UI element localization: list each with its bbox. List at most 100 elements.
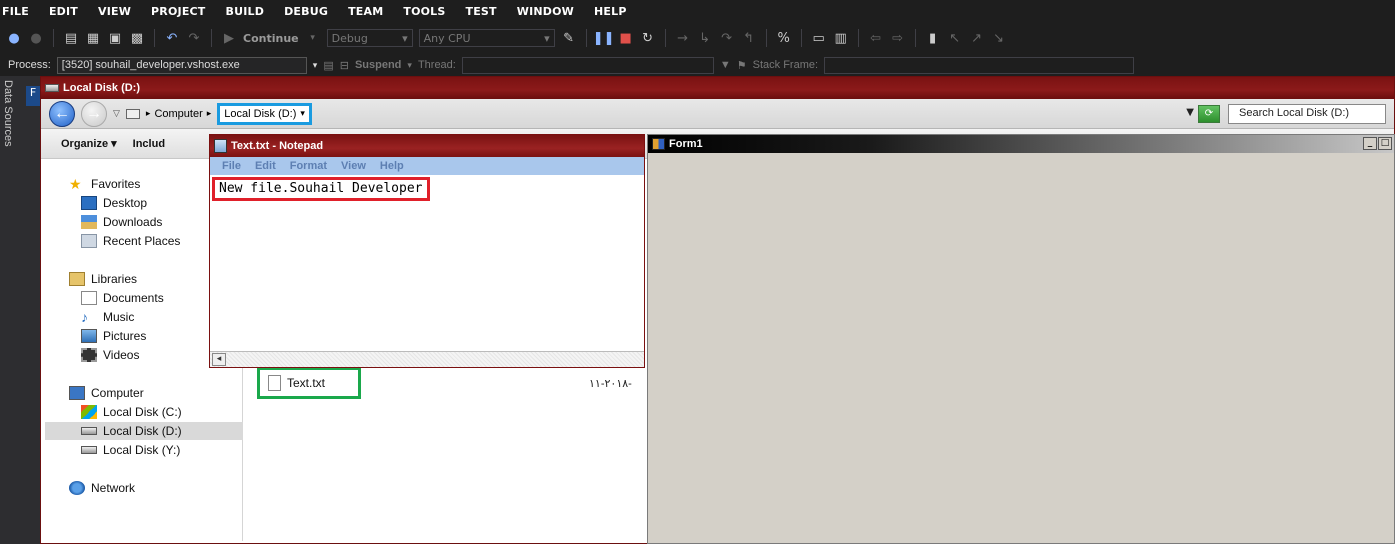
menu-tools[interactable]: TOOLS [393, 5, 455, 18]
stop-icon[interactable]: ■ [618, 30, 634, 46]
notepad-menu-view[interactable]: View [341, 160, 366, 172]
window-icon[interactable]: ▭ [811, 30, 827, 46]
back-button[interactable]: ← [49, 100, 75, 127]
menu-view[interactable]: VIEW [88, 5, 141, 18]
hex-icon[interactable]: % [776, 30, 792, 46]
new-project-icon[interactable]: ▤ [63, 30, 79, 46]
back-icon[interactable]: ● [6, 30, 22, 46]
data-sources-tab[interactable]: Data Sources [0, 76, 14, 147]
notepad-menu-file[interactable]: File [222, 160, 241, 172]
clear-bookmark-icon[interactable]: ↘ [991, 30, 1007, 46]
platform-select[interactable]: Any CPU ▾ [418, 29, 555, 47]
stack-frame-select[interactable] [824, 56, 1135, 74]
chevron-down-icon[interactable]: ▾ [305, 30, 321, 46]
nav-downloads[interactable]: Downloads [81, 213, 162, 231]
notepad-menu-edit[interactable]: Edit [255, 160, 276, 172]
continue-button[interactable]: Continue [243, 32, 299, 45]
menu-debug[interactable]: DEBUG [274, 5, 338, 18]
thread-select[interactable] [461, 56, 714, 74]
file-text-txt[interactable]: Text.txt [257, 367, 361, 399]
process-select[interactable]: [3520] souhail_developer.vshost.exe [56, 56, 307, 74]
nav-videos[interactable]: Videos [81, 346, 139, 364]
comment-icon[interactable]: ⇦ [868, 30, 884, 46]
nav-recent-places-label: Recent Places [103, 234, 181, 248]
address-dropdown-icon[interactable]: ▼ [1186, 107, 1194, 118]
chevron-right-icon: ▸ [145, 108, 151, 118]
config-select[interactable]: Debug ▾ [326, 29, 413, 47]
horizontal-scrollbar[interactable]: ◂ [210, 351, 644, 367]
flag-icon[interactable]: ⚑ [737, 59, 747, 72]
nav-pictures[interactable]: Pictures [81, 327, 146, 345]
chevron-down-icon[interactable]: ▾ [313, 60, 318, 71]
bookmark-icon[interactable]: ▮ [925, 30, 941, 46]
computer-icon [125, 108, 140, 119]
notepad-menu-format[interactable]: Format [290, 160, 327, 172]
notepad-title-bar[interactable]: Text.txt - Notepad [210, 135, 644, 157]
continue-icon[interactable]: ▶ [221, 30, 237, 46]
uncomment-icon[interactable]: ⇨ [890, 30, 906, 46]
show-next-statement-icon[interactable]: → [675, 30, 691, 46]
step-into-icon[interactable]: ↳ [697, 30, 713, 46]
next-bookmark-icon[interactable]: ↗ [969, 30, 985, 46]
nav-computer[interactable]: Computer [69, 384, 144, 402]
scroll-left-icon[interactable]: ◂ [212, 353, 226, 366]
breadcrumb-current[interactable]: Local Disk (D:) ▾ [217, 102, 312, 125]
menu-team[interactable]: TEAM [338, 5, 393, 18]
restart-icon[interactable]: ↻ [640, 30, 656, 46]
chevron-down-icon[interactable]: ▾ [407, 60, 412, 71]
refresh-button[interactable]: ⟳ [1198, 105, 1220, 123]
breadcrumb-computer[interactable]: ▸ Computer ▸ [146, 108, 211, 120]
menu-build[interactable]: BUILD [216, 5, 275, 18]
filter-icon[interactable]: ▼ [720, 59, 731, 71]
notepad-title: Text.txt - Notepad [231, 140, 324, 152]
step-out-icon[interactable]: ↰ [741, 30, 757, 46]
menu-project[interactable]: PROJECT [141, 5, 215, 18]
redo-icon[interactable]: ↷ [186, 30, 202, 46]
form1-title-bar[interactable]: Form1 [648, 135, 1394, 153]
recent-pages-icon[interactable]: ▽ [113, 108, 120, 119]
save-icon[interactable]: ▣ [107, 30, 123, 46]
nav-favorites[interactable]: ★ Favorites [69, 175, 140, 193]
drive-icon [81, 427, 97, 435]
maximize-button[interactable]: □ [1378, 137, 1392, 150]
debug-location-bar: Process: [3520] souhail_developer.vshost… [0, 54, 1395, 76]
forward-button[interactable]: → [81, 100, 107, 127]
suspend-button[interactable]: Suspend [355, 59, 401, 71]
explorer-title: Local Disk (D:) [63, 82, 141, 94]
include-in-library-button[interactable]: Includ [133, 138, 165, 150]
nav-local-disk-y[interactable]: Local Disk (Y:) [81, 441, 180, 459]
notepad-menu-help[interactable]: Help [380, 160, 404, 172]
nav-libraries[interactable]: Libraries [69, 270, 137, 288]
notepad-text-area[interactable]: New file.Souhail Developer [212, 177, 430, 201]
nav-recent-places[interactable]: Recent Places [81, 232, 180, 250]
nav-network[interactable]: Network [69, 479, 135, 497]
document-tab[interactable]: F [26, 86, 40, 106]
nav-music[interactable]: ♪ Music [81, 308, 134, 326]
toolbar-separator [857, 29, 859, 47]
prev-bookmark-icon[interactable]: ↖ [947, 30, 963, 46]
pause-icon[interactable]: ❚❚ [593, 30, 615, 46]
save-all-icon[interactable]: ▩ [129, 30, 145, 46]
explorer-title-bar[interactable]: Local Disk (D:) [41, 77, 1394, 99]
forward-icon[interactable]: ● [28, 30, 44, 46]
nav-local-disk-c-label: Local Disk (C:) [103, 405, 182, 419]
menu-window[interactable]: WINDOW [507, 5, 584, 18]
suspend-icon[interactable]: ⊟ [340, 59, 349, 72]
menu-test[interactable]: TEST [456, 5, 507, 18]
attach-icon[interactable]: ✎ [561, 30, 577, 46]
nav-local-disk-c[interactable]: Local Disk (C:) [81, 403, 182, 421]
menu-help[interactable]: HELP [584, 5, 637, 18]
menu-file[interactable]: FILE [0, 5, 39, 18]
thread-icon[interactable]: ▥ [833, 30, 849, 46]
nav-local-disk-d[interactable]: Local Disk (D:) [45, 422, 243, 440]
nav-documents[interactable]: Documents [81, 289, 164, 307]
undo-icon[interactable]: ↶ [164, 30, 180, 46]
open-icon[interactable]: ▦ [85, 30, 101, 46]
organize-button[interactable]: Organize ▾ [61, 137, 117, 150]
lifecycle-icon[interactable]: ▤ [323, 59, 333, 72]
nav-desktop[interactable]: Desktop [81, 194, 147, 212]
search-input[interactable]: Search Local Disk (D:) [1228, 104, 1386, 124]
minimize-button[interactable]: _ [1363, 137, 1377, 150]
step-over-icon[interactable]: ↷ [719, 30, 735, 46]
menu-edit[interactable]: EDIT [39, 5, 88, 18]
